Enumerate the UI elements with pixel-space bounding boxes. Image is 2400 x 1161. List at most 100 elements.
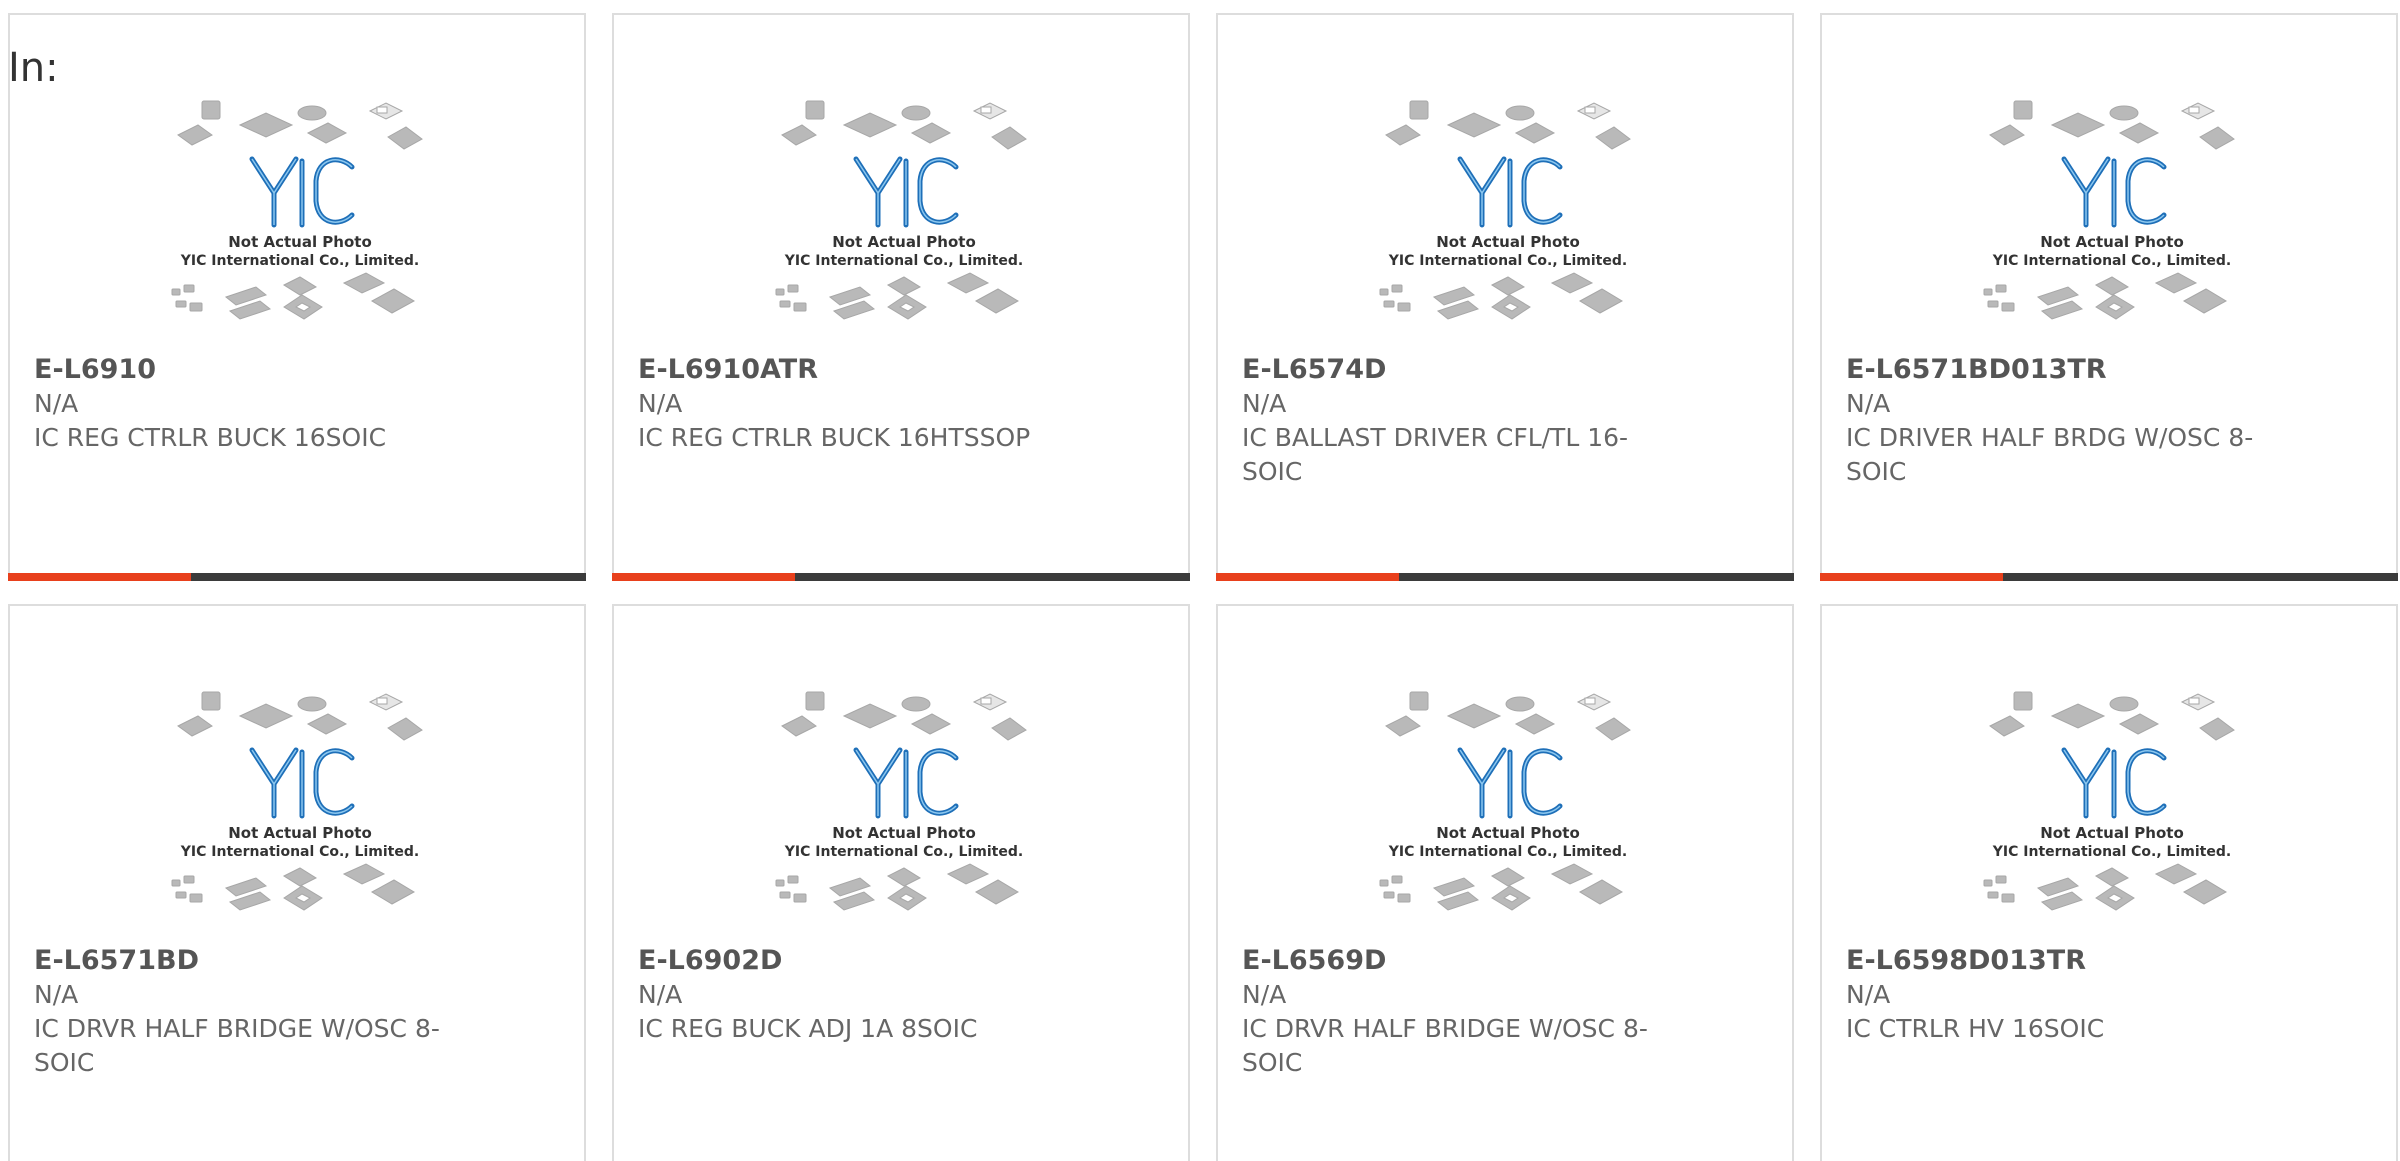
product-card[interactable]: Not Actual Photo YIC International Co., … — [1216, 13, 1794, 581]
product-thumbnail[interactable]: Not Actual Photo YIC International Co., … — [764, 97, 1044, 359]
product-description: IC DRVR HALF BRIDGE W/OSC 8-SOIC — [34, 1014, 440, 1077]
chip-icons-top — [1385, 691, 1631, 741]
chip-icons-bottom — [1983, 863, 2228, 911]
thumbnail-caption-line2: YIC International Co., Limited. — [1388, 253, 1627, 269]
part-number[interactable]: E-L6569D — [1242, 944, 1662, 978]
product-thumbnail[interactable]: Not Actual Photo YIC International Co., … — [1972, 688, 2252, 950]
chip-icons-top — [781, 100, 1027, 150]
manufacturer: N/A — [34, 389, 79, 418]
card-bar-rest — [1399, 573, 1794, 581]
product-card[interactable]: Not Actual Photo YIC International Co., … — [8, 13, 586, 581]
chip-icons-bottom — [171, 272, 416, 320]
thumbnail-caption-line2: YIC International Co., Limited. — [784, 253, 1023, 269]
product-card[interactable]: Not Actual Photo YIC International Co., … — [1820, 13, 2398, 581]
thumbnail-caption-line2: YIC International Co., Limited. — [784, 844, 1023, 860]
product-info: E-L6910ATR N/A IC REG CTRLR BUCK 16HTSSO… — [638, 353, 1058, 455]
thumbnail-caption-line1: Not Actual Photo — [1436, 233, 1580, 251]
card-bottom-bar — [612, 573, 1190, 581]
chip-icons-top — [1385, 100, 1631, 150]
part-number[interactable]: E-L6598D013TR — [1846, 944, 2266, 978]
card-bottom-bar — [8, 573, 586, 581]
part-number[interactable]: E-L6571BD — [34, 944, 454, 978]
product-grid-page: In: Not Actual Photo YIC International C… — [0, 0, 2400, 1161]
card-bottom-bar — [1216, 573, 1794, 581]
thumbnail-caption-line2: YIC International Co., Limited. — [1992, 253, 2231, 269]
thumbnail-caption-line2: YIC International Co., Limited. — [180, 844, 419, 860]
product-grid: Not Actual Photo YIC International Co., … — [8, 13, 2400, 1161]
product-card[interactable]: Not Actual Photo YIC International Co., … — [612, 13, 1190, 581]
product-thumbnail[interactable]: Not Actual Photo YIC International Co., … — [1368, 688, 1648, 950]
thumbnail-caption-line1: Not Actual Photo — [2040, 824, 2184, 842]
product-description: IC BALLAST DRIVER CFL/TL 16-SOIC — [1242, 423, 1629, 486]
part-number[interactable]: E-L6574D — [1242, 353, 1662, 387]
product-card[interactable]: Not Actual Photo YIC International Co., … — [1820, 604, 2398, 1161]
product-description: IC CTRLR HV 16SOIC — [1846, 1014, 2105, 1043]
thumbnail-caption-line2: YIC International Co., Limited. — [180, 253, 419, 269]
thumbnail-caption-line1: Not Actual Photo — [2040, 233, 2184, 251]
thumbnail-caption-line1: Not Actual Photo — [1436, 824, 1580, 842]
manufacturer: N/A — [638, 980, 683, 1009]
card-bar-accent — [1216, 573, 1399, 581]
card-bar-rest — [2003, 573, 2398, 581]
chip-icons-bottom — [1379, 272, 1624, 320]
thumbnail-caption-line1: Not Actual Photo — [832, 824, 976, 842]
thumbnail-caption-line2: YIC International Co., Limited. — [1992, 844, 2231, 860]
yic-logo-inner — [855, 158, 957, 225]
card-bar-accent — [612, 573, 795, 581]
chip-icons-top — [1989, 100, 2235, 150]
yic-logo-inner — [1459, 158, 1561, 225]
chip-icons-top — [177, 100, 423, 150]
product-description: IC DRVR HALF BRIDGE W/OSC 8-SOIC — [1242, 1014, 1648, 1077]
product-description: IC REG CTRLR BUCK 16SOIC — [34, 423, 387, 452]
product-card[interactable]: Not Actual Photo YIC International Co., … — [8, 604, 586, 1161]
yic-logo-inner — [2063, 749, 2165, 816]
chip-icons-bottom — [1983, 272, 2228, 320]
product-thumbnail[interactable]: Not Actual Photo YIC International Co., … — [160, 97, 440, 359]
product-card[interactable]: Not Actual Photo YIC International Co., … — [612, 604, 1190, 1161]
product-info: E-L6574D N/A IC BALLAST DRIVER CFL/TL 16… — [1242, 353, 1662, 489]
product-description: IC DRIVER HALF BRDG W/OSC 8-SOIC — [1846, 423, 2254, 486]
yic-logo-inner — [1459, 749, 1561, 816]
card-bar-rest — [795, 573, 1190, 581]
product-info: E-L6571BD N/A IC DRVR HALF BRIDGE W/OSC … — [34, 944, 454, 1080]
yic-logo-inner — [2063, 158, 2165, 225]
product-thumbnail[interactable]: Not Actual Photo YIC International Co., … — [1368, 97, 1648, 359]
manufacturer: N/A — [1846, 980, 1891, 1009]
manufacturer: N/A — [34, 980, 79, 1009]
chip-icons-bottom — [1379, 863, 1624, 911]
product-info: E-L6571BD013TR N/A IC DRIVER HALF BRDG W… — [1846, 353, 2266, 489]
card-bottom-bar — [1820, 573, 2398, 581]
card-bar-accent — [8, 573, 191, 581]
in-label: In: — [8, 45, 59, 91]
yic-logo-inner — [855, 749, 957, 816]
manufacturer: N/A — [1846, 389, 1891, 418]
yic-logo-inner — [251, 158, 353, 225]
product-info: E-L6569D N/A IC DRVR HALF BRIDGE W/OSC 8… — [1242, 944, 1662, 1080]
chip-icons-top — [781, 691, 1027, 741]
thumbnail-caption-line1: Not Actual Photo — [228, 824, 372, 842]
manufacturer: N/A — [1242, 980, 1287, 1009]
manufacturer: N/A — [638, 389, 683, 418]
chip-icons-top — [177, 691, 423, 741]
product-info: E-L6910 N/A IC REG CTRLR BUCK 16SOIC — [34, 353, 454, 455]
chip-icons-top — [1989, 691, 2235, 741]
product-thumbnail[interactable]: Not Actual Photo YIC International Co., … — [1972, 97, 2252, 359]
product-thumbnail[interactable]: Not Actual Photo YIC International Co., … — [160, 688, 440, 950]
thumbnail-caption-line2: YIC International Co., Limited. — [1388, 844, 1627, 860]
yic-logo-inner — [251, 749, 353, 816]
product-card[interactable]: Not Actual Photo YIC International Co., … — [1216, 604, 1794, 1161]
product-description: IC REG BUCK ADJ 1A 8SOIC — [638, 1014, 978, 1043]
product-thumbnail[interactable]: Not Actual Photo YIC International Co., … — [764, 688, 1044, 950]
chip-icons-bottom — [775, 272, 1020, 320]
manufacturer: N/A — [1242, 389, 1287, 418]
product-description: IC REG CTRLR BUCK 16HTSSOP — [638, 423, 1031, 452]
thumbnail-caption-line1: Not Actual Photo — [228, 233, 372, 251]
product-info: E-L6598D013TR N/A IC CTRLR HV 16SOIC — [1846, 944, 2266, 1046]
part-number[interactable]: E-L6571BD013TR — [1846, 353, 2266, 387]
chip-icons-bottom — [775, 863, 1020, 911]
part-number[interactable]: E-L6910ATR — [638, 353, 1058, 387]
card-bar-accent — [1820, 573, 2003, 581]
part-number[interactable]: E-L6902D — [638, 944, 1058, 978]
product-info: E-L6902D N/A IC REG BUCK ADJ 1A 8SOIC — [638, 944, 1058, 1046]
part-number[interactable]: E-L6910 — [34, 353, 454, 387]
